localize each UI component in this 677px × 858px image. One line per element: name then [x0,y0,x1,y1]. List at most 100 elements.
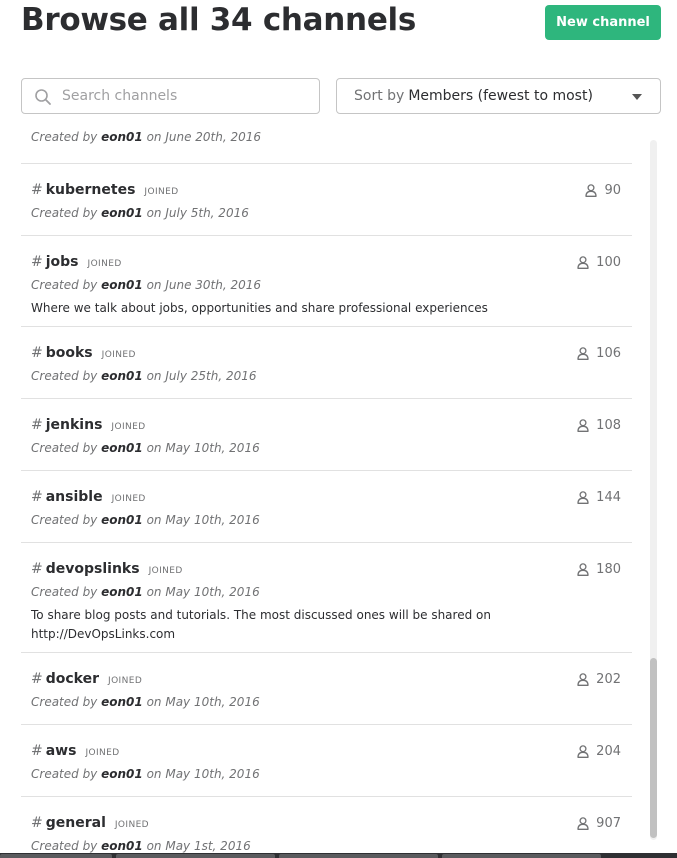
joined-badge: JOINED [111,422,146,432]
page-title: Browse all 34 channels [21,2,417,38]
creator-name[interactable]: eon01 [101,369,143,383]
joined-badge: JOINED [108,676,143,686]
joined-badge: JOINED [114,820,150,830]
channel-list[interactable]: Created by eon01 on June 20th, 2016 # kub… [21,126,632,858]
person-icon [577,347,589,360]
member-count-value: 907 [596,816,621,831]
channel-created: Created by eon01 on June 20th, 2016 [31,130,262,144]
person-icon [577,673,589,686]
member-count: 907 [577,816,621,831]
hash-icon: # [31,345,43,361]
hash-icon: # [31,417,43,433]
hash-icon: # [31,815,43,831]
taskbar [0,853,677,858]
creator-name[interactable]: eon01 [101,839,143,853]
sort-select[interactable]: Sort by Members (fewest to most) [336,78,661,114]
channel-created: Created by eon01 on May 10th, 2016 [31,695,260,709]
member-count-value: 180 [596,562,621,577]
member-count-value: 106 [596,346,621,361]
creator-name[interactable]: eon01 [101,695,143,709]
creator-name[interactable]: eon01 [101,513,143,527]
channel-name[interactable]: devopslinks [46,561,140,577]
channel-row-general[interactable]: # general JOINED Created by eon01 on May 1s… [21,797,632,858]
channel-purpose: To share blog posts and tutorials. The m… [31,608,491,641]
channel-row-ansible[interactable]: # ansible JOINED Created by eon01 on May 10… [21,471,632,543]
taskbar-item[interactable] [442,854,601,858]
search-input[interactable] [62,79,312,113]
person-icon [577,817,589,830]
channel-name[interactable]: general [46,815,106,831]
member-count: 180 [577,562,621,577]
channel-row-jenkins[interactable]: # jenkins JOINED Created by eon01 on May 10… [21,399,632,471]
channel-created: Created by eon01 on July 5th, 2016 [31,206,249,220]
channel-row-kubernetes[interactable]: # kubernetes JOINED Created by eon01 on Jul… [21,164,632,236]
person-icon [577,745,589,758]
member-count-value: 100 [596,255,621,270]
scrollbar-thumb[interactable] [650,658,657,838]
search-icon [35,89,51,105]
channel-name-line: # aws JOINED [31,743,120,763]
member-count: 90 [585,183,621,198]
channel-name-line: # docker JOINED [31,671,142,691]
person-icon [585,184,598,197]
taskbar-item[interactable] [0,854,112,858]
hash-icon: # [31,254,43,270]
person-icon [577,419,589,432]
creator-name[interactable]: eon01 [101,585,143,599]
channel-name-line: # kubernetes JOINED [31,182,179,202]
member-count-value: 204 [596,744,621,759]
channel-purpose: Where we talk about jobs, opportunities … [31,301,488,315]
member-count: 204 [577,744,621,759]
channel-name[interactable]: jenkins [46,417,103,433]
joined-badge: JOINED [144,187,179,197]
hash-icon: # [31,671,43,687]
person-icon [577,256,589,269]
new-channel-button[interactable]: New channel [545,5,661,40]
channel-created: Created by eon01 on May 10th, 2016 [31,585,260,599]
channel-row-jobs[interactable]: # jobs JOINED Created by eon01 on June 30th… [21,236,632,327]
channel-name[interactable]: kubernetes [46,182,136,198]
channel-name-line: # books JOINED [31,345,136,365]
member-count: 202 [577,672,621,687]
taskbar-item[interactable] [279,854,438,858]
channel-name[interactable]: books [46,345,93,361]
creator-name[interactable]: eon01 [101,767,143,781]
sort-label: Sort by [354,88,405,104]
channel-created: Created by eon01 on June 30th, 2016 [31,278,262,292]
channel-name[interactable]: aws [46,743,77,759]
channel-row-books[interactable]: # books JOINED Created by eon01 on July 25t… [21,327,632,399]
hash-icon: # [31,489,43,505]
creator-name[interactable]: eon01 [101,206,143,220]
joined-badge: JOINED [101,350,136,360]
channel-created: Created by eon01 on May 10th, 2016 [31,513,260,527]
member-count-value: 90 [604,183,621,198]
sort-value: Members (fewest to most) [408,88,593,104]
channel-name-line: # jenkins JOINED [31,417,146,437]
channel-row-devopslinks[interactable]: # devopslinks JOINED Created by eon01 on Ma… [21,543,632,653]
channel-name[interactable]: ansible [46,489,103,505]
channel-name[interactable]: jobs [46,254,79,270]
channel-row-aws[interactable]: # aws JOINED Created by eon01 on May 10th, … [21,725,632,797]
search-field[interactable] [21,78,320,114]
scrollbar[interactable] [650,140,657,840]
member-count-value: 108 [596,418,621,433]
channel-name-line: # general JOINED [31,815,149,835]
member-count-value: 144 [596,490,621,505]
joined-badge: JOINED [111,494,146,504]
hash-icon: # [31,182,43,198]
channel-name[interactable]: docker [46,671,99,687]
creator-name[interactable]: eon01 [101,278,143,292]
joined-badge: JOINED [148,566,183,576]
channel-row-docker[interactable]: # docker JOINED Created by eon01 on May 10t… [21,653,632,725]
hash-icon: # [31,561,43,577]
joined-badge: JOINED [85,748,120,758]
list-item[interactable]: Created by eon01 on June 20th, 2016 [21,126,632,164]
person-icon [577,563,589,576]
taskbar-item[interactable] [116,854,275,858]
hash-icon: # [31,743,43,759]
caret-down-icon [632,94,642,100]
member-count: 144 [577,490,621,505]
channel-created: Created by eon01 on May 10th, 2016 [31,441,260,455]
creator-name[interactable]: eon01 [101,441,143,455]
member-count: 108 [577,418,621,433]
